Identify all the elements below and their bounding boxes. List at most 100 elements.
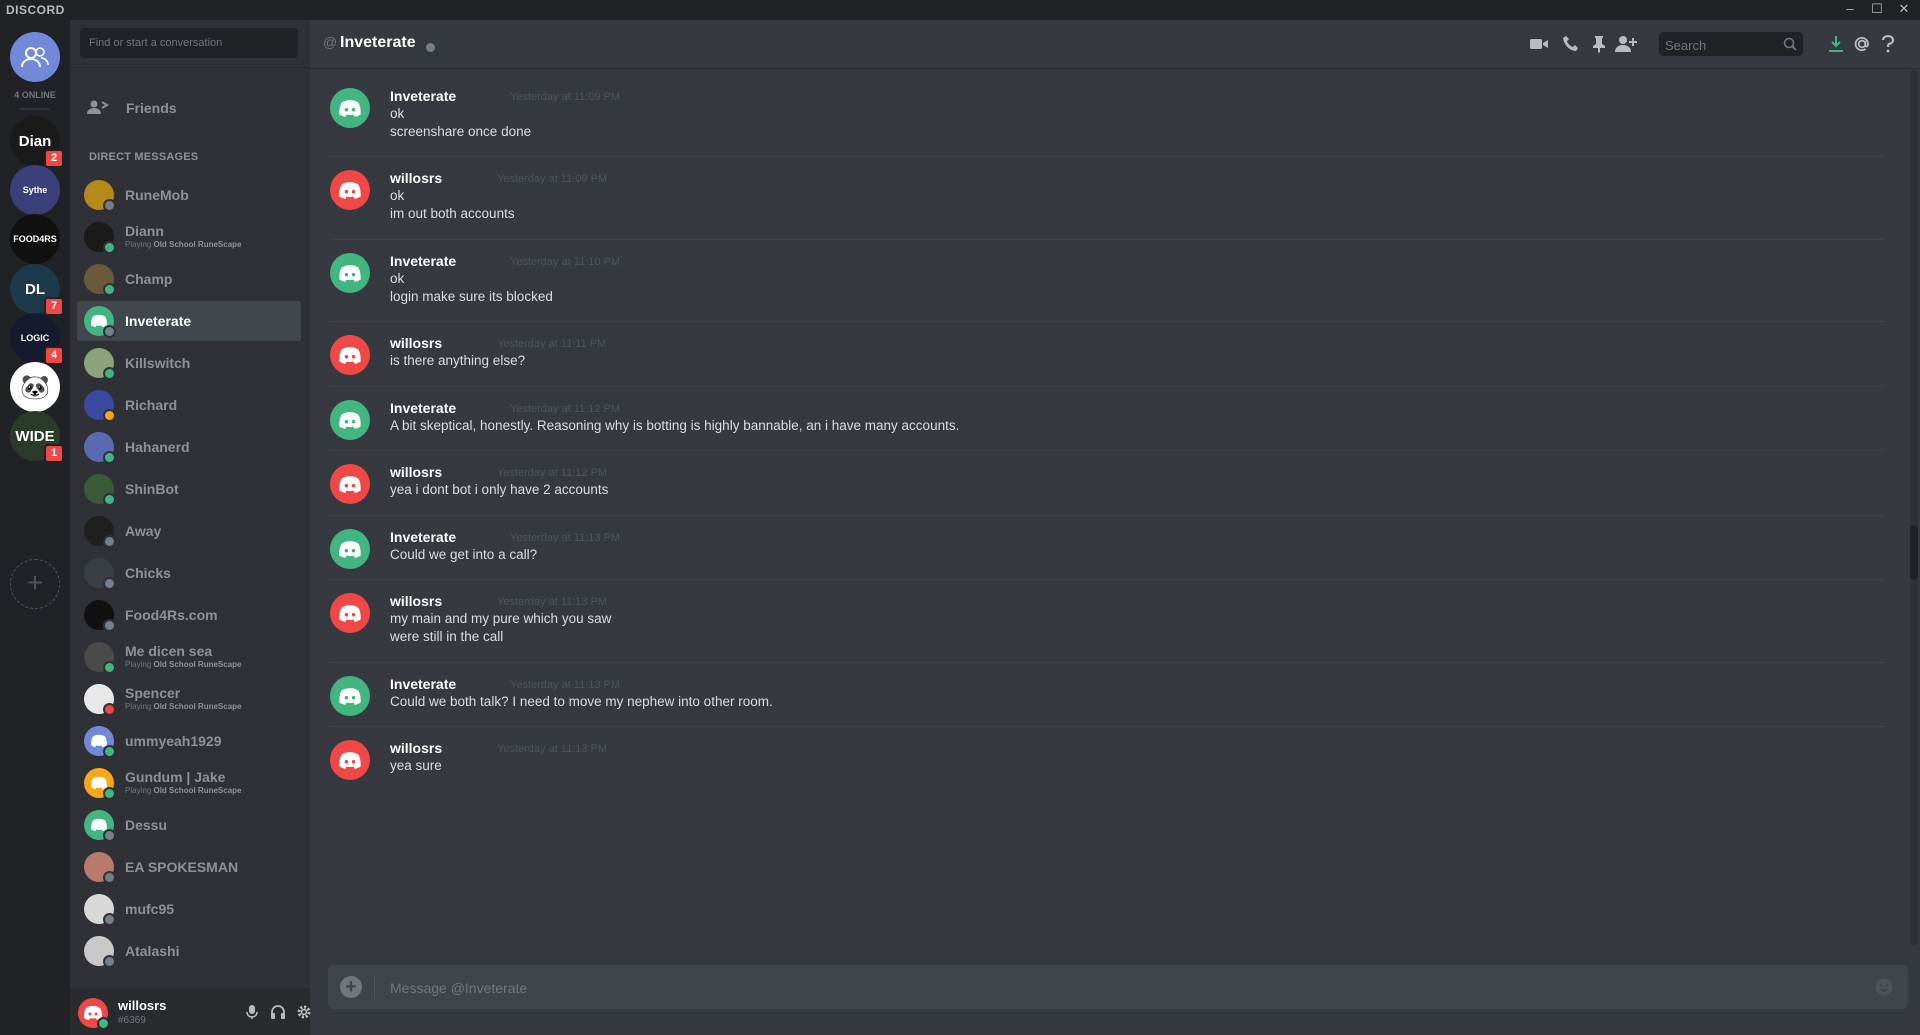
message-avatar[interactable]: [330, 88, 370, 128]
message-author[interactable]: Inveterate: [390, 400, 456, 416]
start-voice-call-button[interactable]: [1560, 34, 1582, 54]
message-timestamp: Yesterday at 11:10 PM: [510, 256, 621, 268]
server-panda[interactable]: 🐼: [10, 362, 60, 412]
dm-item[interactable]: Away: [77, 511, 301, 551]
message-author[interactable]: Inveterate: [390, 253, 456, 269]
message[interactable]: Inveterate Yesterday at 11:13 PM Could we …: [330, 529, 1890, 569]
discord-logo-icon: [339, 411, 361, 429]
find-conversation-input[interactable]: [80, 28, 298, 58]
dm-item[interactable]: mufc95: [77, 889, 301, 929]
dm-avatar: [84, 558, 116, 590]
server-food4rs[interactable]: FOOD4RS: [10, 214, 60, 264]
dm-item[interactable]: ummyeah1929: [77, 721, 301, 761]
message-avatar[interactable]: [330, 740, 370, 780]
mute-microphone-button[interactable]: [242, 1002, 262, 1022]
message[interactable]: willosrs Yesterday at 11:09 PM ok im out bo…: [330, 170, 1890, 224]
pinned-messages-button[interactable]: [1588, 34, 1610, 54]
dm-item[interactable]: Gundum | Jake Playing Old School RuneScap…: [77, 763, 301, 803]
user-settings-button[interactable]: [294, 1002, 314, 1022]
server-sythe[interactable]: Sythe: [10, 165, 60, 215]
message[interactable]: willosrs Yesterday at 11:12 PM yea i dont …: [330, 464, 1890, 504]
maximize-button[interactable]: ☐: [1864, 0, 1890, 20]
message-avatar[interactable]: [330, 400, 370, 440]
message-avatar[interactable]: [330, 253, 370, 293]
message-author[interactable]: willosrs: [390, 335, 442, 351]
message[interactable]: willosrs Yesterday at 11:13 PM my main and…: [330, 593, 1890, 647]
message-author[interactable]: willosrs: [390, 740, 442, 756]
server-logic[interactable]: LOGIC 4: [10, 313, 64, 365]
dm-name: Spencer: [125, 685, 181, 701]
dm-item[interactable]: Hahanerd: [77, 427, 301, 467]
dm-item[interactable]: Chicks: [77, 553, 301, 593]
gear-icon: [297, 1005, 311, 1019]
presence-status-dot: [426, 43, 435, 52]
message[interactable]: Inveterate Yesterday at 11:10 PM ok login m…: [330, 253, 1890, 307]
message-text: screenshare once done: [390, 124, 532, 139]
dm-item[interactable]: EA SPOKESMAN: [77, 847, 301, 887]
message[interactable]: Inveterate Yesterday at 11:12 PM A bit ske…: [330, 400, 1890, 440]
message-avatar[interactable]: [330, 464, 370, 504]
upload-attachment-button[interactable]: +: [340, 976, 362, 998]
download-apps-button[interactable]: [1825, 34, 1847, 54]
minimize-button[interactable]: –: [1837, 0, 1863, 20]
discord-logo-icon: [339, 346, 361, 364]
start-video-call-button[interactable]: [1528, 34, 1550, 54]
friends-nav-item[interactable]: Friends: [78, 90, 298, 126]
mentions-button[interactable]: [1851, 34, 1873, 54]
message-scrollbar[interactable]: [1910, 70, 1918, 945]
message[interactable]: willosrs Yesterday at 11:11 PM is there an…: [330, 335, 1890, 375]
dm-item[interactable]: Diann Playing Old School RuneScape: [77, 217, 301, 257]
scrollbar-thumb[interactable]: [1910, 525, 1918, 580]
dm-avatar: [84, 894, 116, 926]
help-button[interactable]: [1877, 34, 1899, 54]
dm-item[interactable]: Spencer Playing Old School RuneScape: [77, 679, 301, 719]
message-author[interactable]: willosrs: [390, 593, 442, 609]
message-author[interactable]: willosrs: [390, 170, 442, 186]
server-diann[interactable]: Dian 2: [10, 116, 64, 168]
message[interactable]: Inveterate Yesterday at 11:13 PM Could we …: [330, 676, 1890, 716]
user-avatar[interactable]: [78, 998, 110, 1030]
dm-item[interactable]: Champ: [77, 259, 301, 299]
dm-item[interactable]: Inveterate: [77, 301, 301, 341]
add-server-button[interactable]: +: [10, 559, 60, 609]
emoji-picker-icon[interactable]: [1874, 977, 1894, 997]
dm-avatar: [84, 852, 116, 884]
message-author[interactable]: Inveterate: [390, 676, 456, 692]
dm-item[interactable]: Richard: [77, 385, 301, 425]
message-author[interactable]: Inveterate: [390, 529, 456, 545]
dm-item[interactable]: Dessu: [77, 805, 301, 845]
search-input[interactable]: [1659, 32, 1777, 58]
message[interactable]: Inveterate Yesterday at 11:09 PM ok screens…: [330, 88, 1890, 142]
message-avatar[interactable]: [330, 529, 370, 569]
search-box[interactable]: [1659, 32, 1803, 58]
status-dot: [103, 577, 116, 590]
dm-item[interactable]: RuneMob: [77, 175, 301, 215]
dm-item[interactable]: Food4Rs.com: [77, 595, 301, 635]
add-friend-to-dm-button[interactable]: [1615, 34, 1637, 54]
dm-item[interactable]: Atalashi: [77, 931, 301, 971]
message-timestamp: Yesterday at 11:09 PM: [497, 173, 608, 185]
home-friends-button[interactable]: [10, 32, 60, 82]
dm-avatar: [84, 684, 116, 716]
message-input[interactable]: [388, 965, 1792, 1011]
dm-item[interactable]: Me dicen sea Playing Old School RuneScape: [77, 637, 301, 677]
message[interactable]: willosrs Yesterday at 11:13 PM yea sure: [330, 740, 1890, 780]
close-window-button[interactable]: ✕: [1891, 0, 1917, 20]
message-avatar[interactable]: [330, 676, 370, 716]
dm-name: Killswitch: [125, 354, 191, 371]
deafen-button[interactable]: [268, 1002, 288, 1022]
message-author[interactable]: willosrs: [390, 464, 442, 480]
message-avatar[interactable]: [330, 170, 370, 210]
server-wide[interactable]: WIDE 1: [10, 411, 64, 463]
dm-avatar: [84, 810, 116, 842]
message-avatar[interactable]: [330, 335, 370, 375]
message-author[interactable]: Inveterate: [390, 88, 456, 104]
status-dot: [103, 409, 116, 422]
status-dot: [103, 913, 116, 926]
message-avatar[interactable]: [330, 593, 370, 633]
server-dl[interactable]: DL 7: [10, 264, 64, 316]
dm-name: Hahanerd: [125, 438, 190, 455]
dm-item[interactable]: Killswitch: [77, 343, 301, 383]
activity-game: Old School RuneScape: [153, 660, 242, 669]
dm-item[interactable]: ShinBot: [77, 469, 301, 509]
